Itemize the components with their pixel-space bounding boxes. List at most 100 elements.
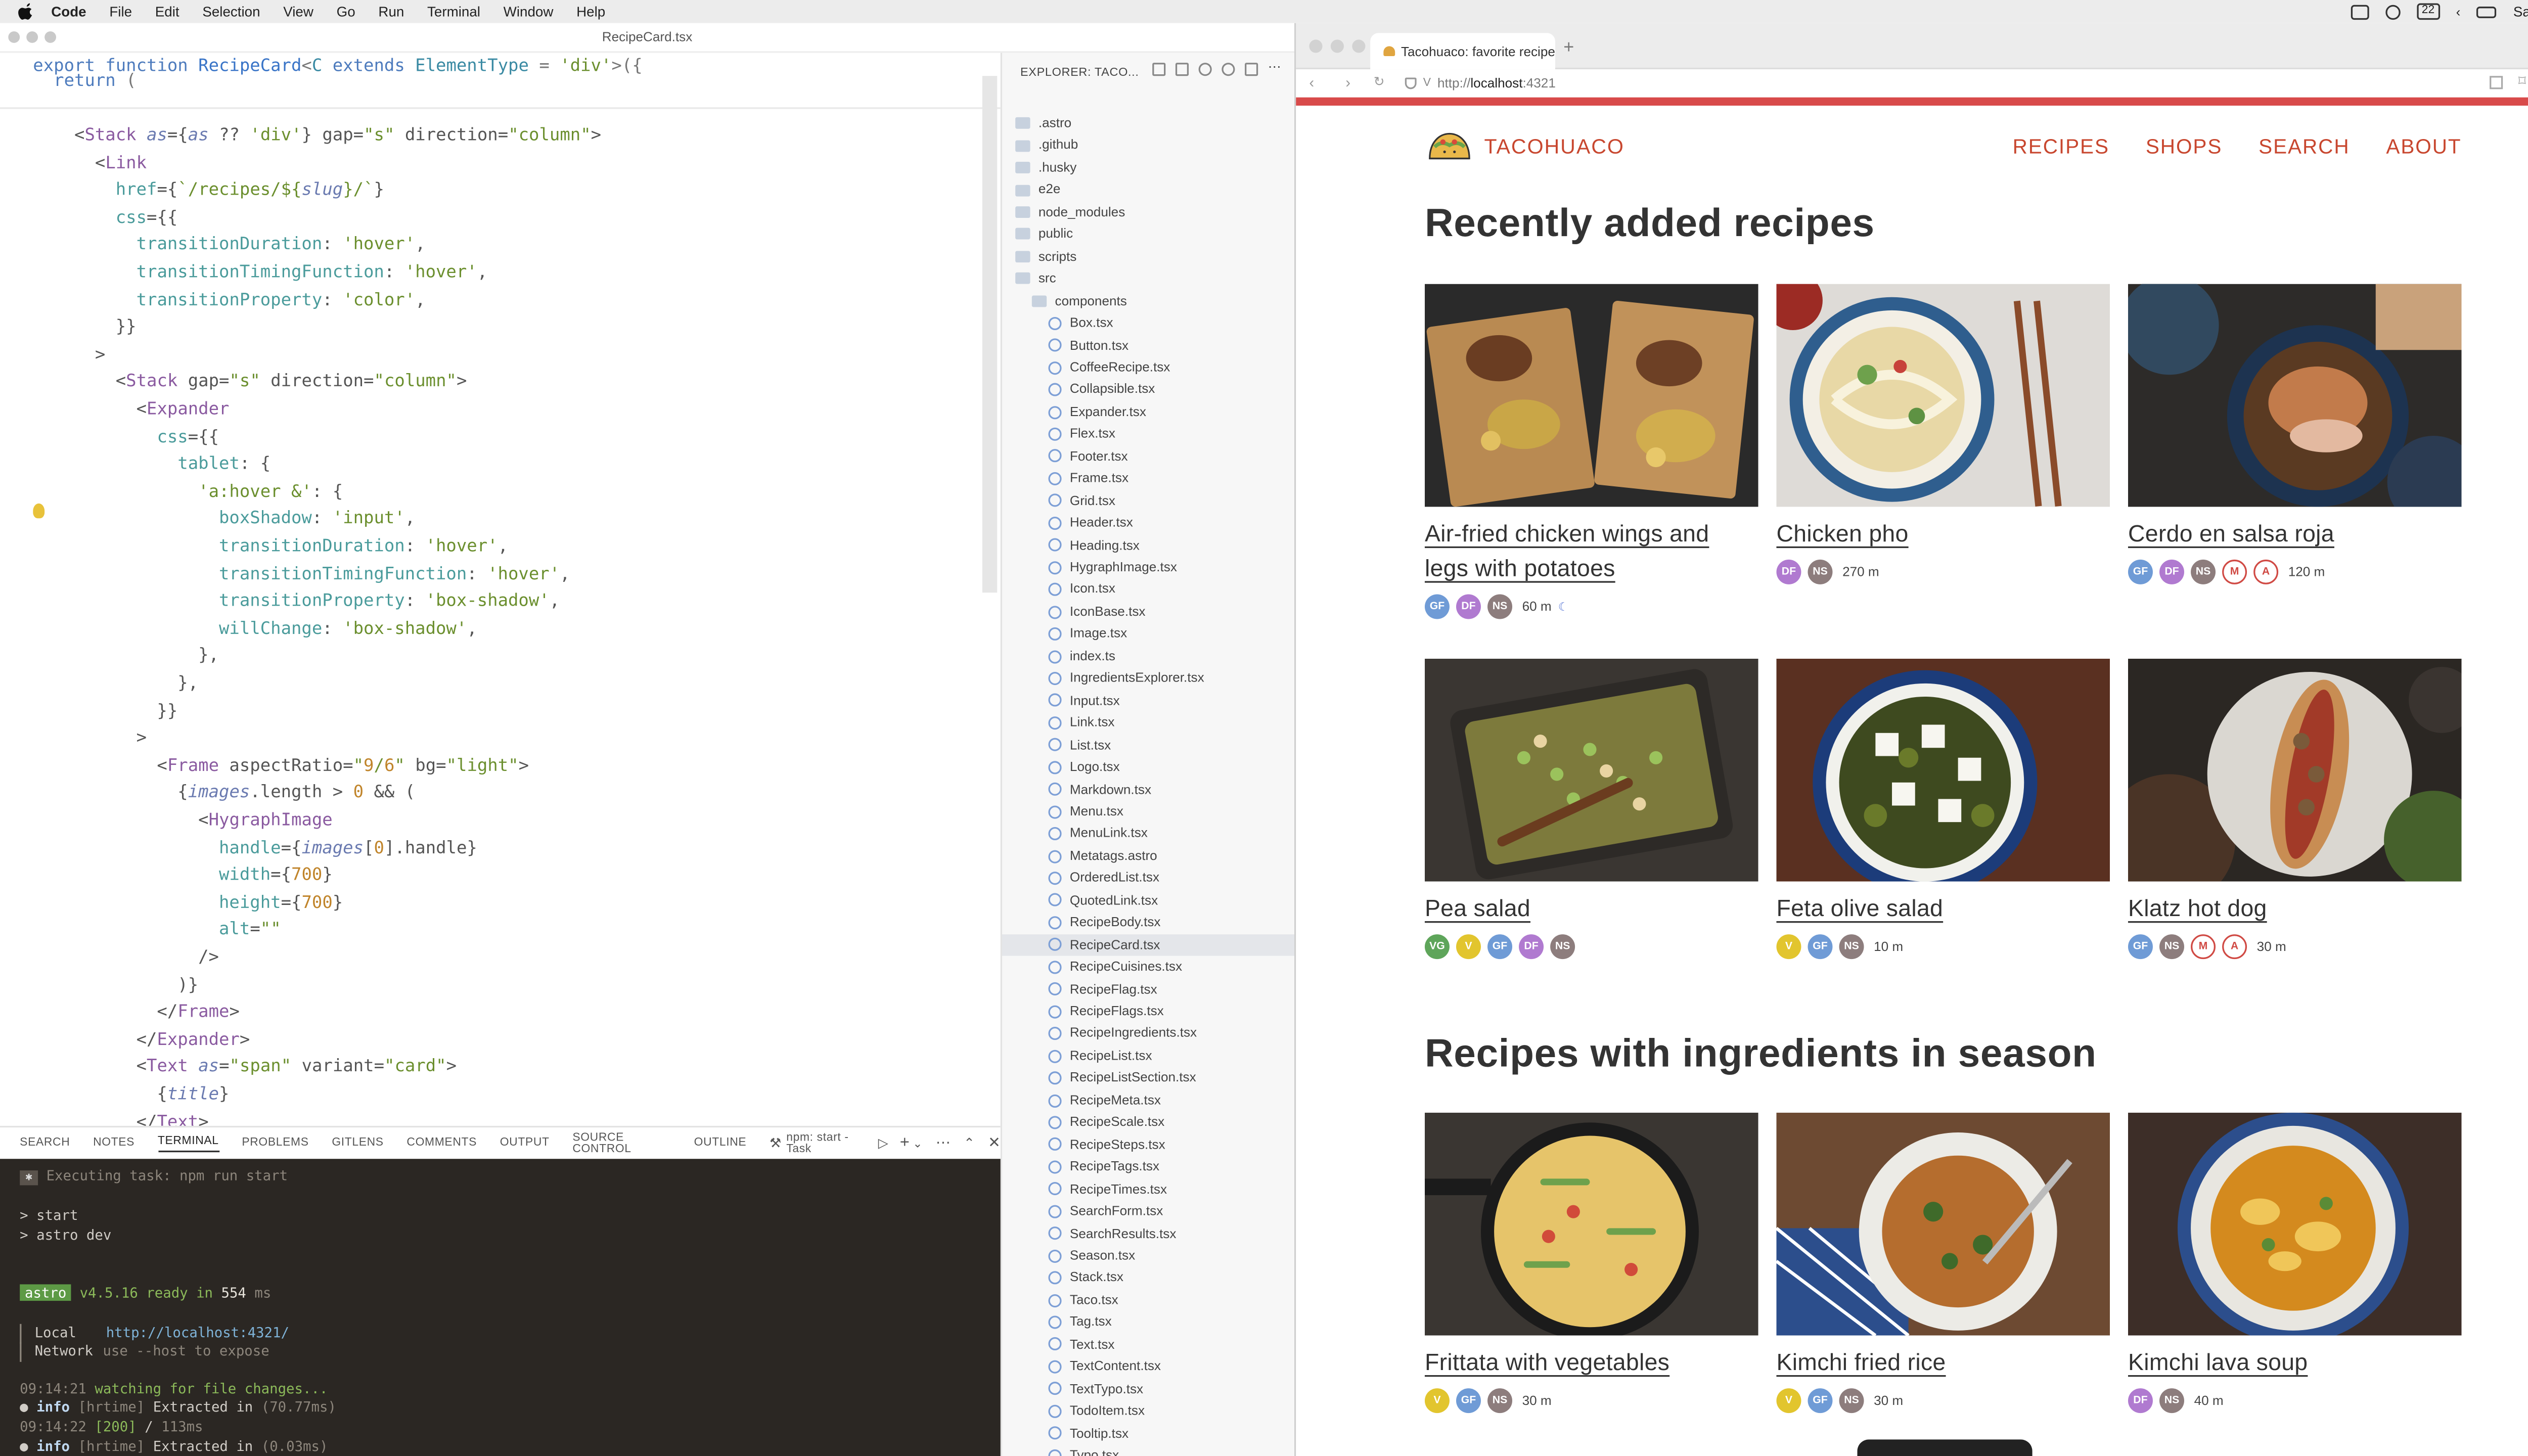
refresh-icon[interactable] <box>1222 63 1235 76</box>
explorer-folder[interactable]: src <box>1002 267 1294 290</box>
code-line[interactable]: </Expander> <box>33 1026 250 1054</box>
url-bar[interactable]: V http://localhost:4321 <box>1405 73 2495 94</box>
explorer-file[interactable]: RecipeTags.tsx <box>1002 1156 1294 1178</box>
explorer-file[interactable]: Stack.tsx <box>1002 1267 1294 1289</box>
notification-icon[interactable] <box>2385 4 2401 19</box>
recipe-photo[interactable] <box>1424 284 1758 507</box>
recipe-card[interactable]: Kimchi lava soup DF NS 40 m <box>2128 1112 2462 1414</box>
code-line[interactable]: {images.length > 0 && ( <box>33 780 415 807</box>
explorer-file[interactable]: Season.tsx <box>1002 1245 1294 1267</box>
nav-about[interactable]: ABOUT <box>2386 135 2461 159</box>
explorer-file[interactable]: Collapsible.tsx <box>1002 379 1294 401</box>
local-url[interactable]: http://localhost:4321/ <box>106 1324 289 1341</box>
explorer-file[interactable]: SearchForm.tsx <box>1002 1200 1294 1222</box>
explorer-file[interactable]: Image.tsx <box>1002 623 1294 645</box>
clock[interactable]: Sat 9:17 <box>2513 4 2528 20</box>
explorer-folder[interactable]: public <box>1002 223 1294 246</box>
code-line[interactable]: > <box>33 725 147 752</box>
code-line[interactable]: <Text as="span" variant="card"> <box>33 1054 457 1081</box>
code-line[interactable]: href={`/recipes/${slug}/`} <box>33 177 384 204</box>
code-line[interactable]: tablet: { <box>33 451 270 478</box>
explorer-file[interactable]: RecipeFlags.tsx <box>1002 1000 1294 1023</box>
recipe-card[interactable]: Frittata with vegetables V GF NS 30 m <box>1424 1112 1758 1414</box>
recipe-photo[interactable] <box>1424 658 1758 882</box>
diet-tag-badge[interactable]: NS <box>1550 934 1575 960</box>
code-line[interactable]: </Text> <box>33 1109 209 1125</box>
sticky-scroll-header[interactable]: export function RecipeCard<C extends Ele… <box>0 53 1001 109</box>
diet-tag-badge[interactable]: GF <box>1808 1388 1833 1414</box>
code-line[interactable]: }} <box>33 314 137 341</box>
diet-tag-badge[interactable]: A <box>2222 934 2247 960</box>
diet-tag-badge[interactable]: DF <box>2159 559 2184 584</box>
explorer-file[interactable]: TextTypo.tsx <box>1002 1378 1294 1400</box>
code-line[interactable]: transitionProperty: 'color', <box>33 287 426 314</box>
diet-tag-badge[interactable]: GF <box>1487 934 1513 960</box>
explorer-file[interactable]: RecipeFlag.tsx <box>1002 978 1294 1000</box>
explorer-file[interactable]: Box.tsx <box>1002 312 1294 334</box>
url-text[interactable]: http://localhost:4321 <box>1437 76 1556 90</box>
recipe-title-link[interactable]: Klatz hot dog <box>2128 893 2462 928</box>
shield-icon[interactable] <box>1405 77 1417 89</box>
explorer-file[interactable]: RecipeSteps.tsx <box>1002 1133 1294 1156</box>
close-window-button[interactable] <box>8 31 20 43</box>
code-line[interactable]: height={700} <box>33 889 343 917</box>
diet-tag-badge[interactable]: GF <box>2128 934 2153 960</box>
diet-tag-badge[interactable]: GF <box>1424 594 1450 619</box>
explorer-folder[interactable]: components <box>1002 290 1294 312</box>
minimize-window-button[interactable] <box>1330 39 1344 53</box>
more-icon[interactable]: ⋯ <box>1268 60 1281 76</box>
diet-tag-badge[interactable]: NS <box>2191 559 2216 584</box>
diet-tag-badge[interactable]: DF <box>1519 934 1544 960</box>
sticky-line-return[interactable]: return ( <box>33 68 137 95</box>
explorer-file[interactable]: Tag.tsx <box>1002 1311 1294 1334</box>
code-line[interactable]: boxShadow: 'input', <box>33 506 415 533</box>
code-line[interactable]: css={{ <box>33 424 219 451</box>
explorer-file[interactable]: Typo.tsx <box>1002 1444 1294 1456</box>
code-line[interactable]: 'a:hover &': { <box>33 478 343 506</box>
recipe-title-link[interactable]: Kimchi lava soup <box>2128 1347 2462 1382</box>
tab-gitlens[interactable]: GITLENS <box>332 1138 383 1149</box>
battery-icon[interactable] <box>2477 6 2497 18</box>
menu-run[interactable]: Run <box>378 4 404 20</box>
recipe-photo[interactable] <box>1776 1112 2110 1336</box>
diet-tag-badge[interactable]: V <box>1776 1388 1801 1414</box>
diet-tag-badge[interactable]: NS <box>1839 1388 1864 1414</box>
explorer-file[interactable]: Metatags.astro <box>1002 845 1294 867</box>
explorer-file[interactable]: RecipeBody.tsx <box>1002 912 1294 934</box>
recipe-title-link[interactable]: Pea salad <box>1425 893 1758 928</box>
menu-terminal[interactable]: Terminal <box>427 4 480 20</box>
terminal-task-selector[interactable]: npm: start - Task <box>786 1131 865 1155</box>
recipe-card[interactable]: Cerdo en salsa roja GF DF NS M A 120 m <box>2128 284 2462 584</box>
nav-recipes[interactable]: RECIPES <box>2013 135 2109 159</box>
explorer-file[interactable]: Logo.tsx <box>1002 756 1294 779</box>
explorer-file[interactable]: CoffeeRecipe.tsx <box>1002 356 1294 379</box>
tab-problems[interactable]: PROBLEMS <box>242 1138 308 1149</box>
recipe-photo[interactable] <box>2128 284 2462 507</box>
code-line[interactable]: css={{ <box>33 204 178 232</box>
recipe-card[interactable]: Chicken pho DF NS 270 m <box>1776 284 2110 584</box>
explorer-file[interactable]: IngredientsExplorer.tsx <box>1002 667 1294 690</box>
explorer-folder[interactable]: e2e <box>1002 179 1294 201</box>
tab-source-control[interactable]: SOURCE CONTROL <box>572 1131 671 1155</box>
menu-selection[interactable]: Selection <box>202 4 260 20</box>
recipe-card[interactable]: Kimchi fried rice V GF NS 30 m <box>1776 1112 2110 1414</box>
explorer-file[interactable]: List.tsx <box>1002 734 1294 756</box>
diet-tag-badge[interactable]: GF <box>2128 559 2153 584</box>
diet-tag-badge[interactable]: A <box>2253 559 2279 584</box>
recipe-title-link[interactable]: Chicken pho <box>1776 518 2110 553</box>
code-line[interactable]: > <box>33 341 105 369</box>
recipe-title-link[interactable]: Air-fried chicken wings and legs with po… <box>1425 518 1758 587</box>
diet-tag-badge[interactable]: NS <box>1487 594 1513 619</box>
recipe-title-link[interactable]: Frittata with vegetables <box>1425 1347 1758 1382</box>
more-actions-icon[interactable]: ⋯ <box>936 1134 951 1152</box>
chevron-down-icon[interactable]: ⌄ <box>913 1136 922 1150</box>
explorer-folder[interactable]: .github <box>1002 134 1294 157</box>
explorer-file[interactable]: Taco.tsx <box>1002 1289 1294 1311</box>
explorer-file[interactable]: Header.tsx <box>1002 512 1294 534</box>
explorer-file[interactable]: Tooltip.tsx <box>1002 1422 1294 1444</box>
code-line[interactable]: transitionTimingFunction: 'hover', <box>33 561 570 588</box>
diet-tag-badge[interactable]: NS <box>2159 1388 2184 1414</box>
code-line[interactable]: width={700} <box>33 862 333 889</box>
menu-file[interactable]: File <box>109 4 132 20</box>
explorer-file[interactable]: HygraphImage.tsx <box>1002 556 1294 578</box>
